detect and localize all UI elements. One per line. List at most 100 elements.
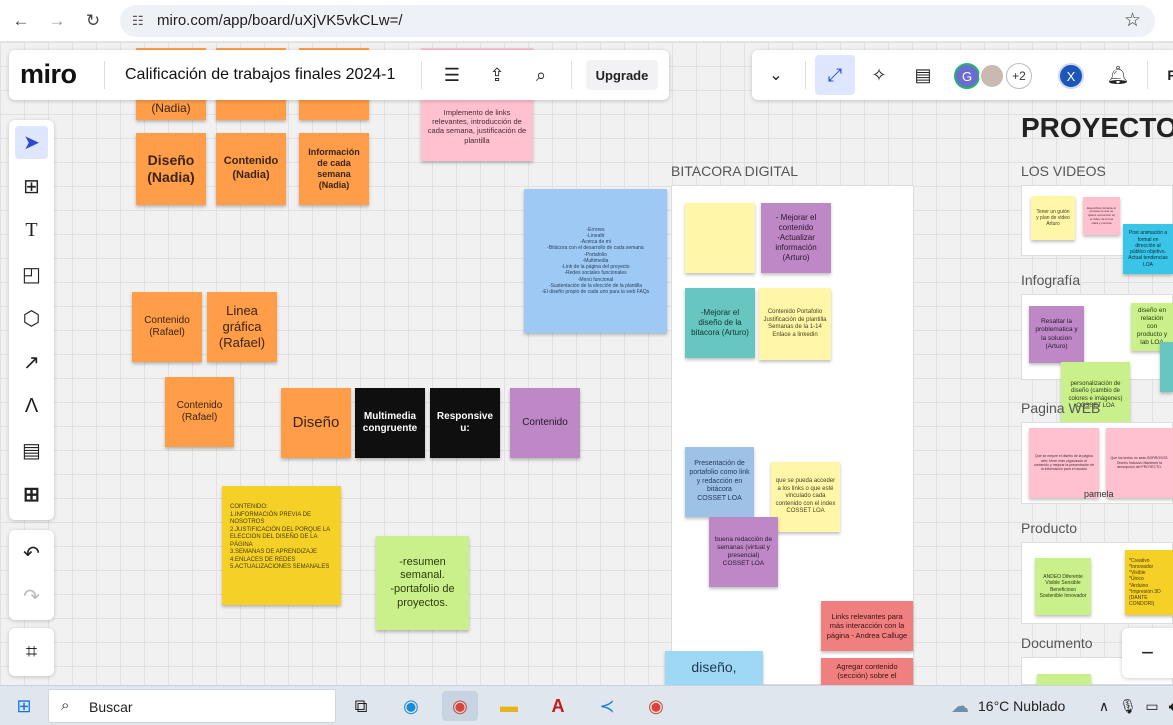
windows-taskbar: ⊞ ⌕ Buscar ⧉ ◉ ◉ ▬ A ≺ ◉ ☁ 16°C Nublado … — [0, 685, 1173, 725]
board-header: miro Calificación de trabajos finales 20… — [9, 50, 669, 100]
zoom-out-button[interactable]: − — [1122, 628, 1173, 678]
pen-tool-icon[interactable]: Ʌ — [15, 390, 48, 423]
chevron-double-down-icon[interactable]: ⌄ — [761, 60, 791, 90]
sticky-note[interactable]: Links relevantes para más interacción co… — [821, 601, 913, 651]
sticky-note[interactable]: ANDEO Diferente Visible Sensible Benefic… — [1035, 558, 1091, 615]
sticky-note[interactable]: Contenido — [510, 388, 580, 458]
sticky-note[interactable]: Especificar durante el proceso lo que se… — [1083, 197, 1120, 235]
divider — [421, 61, 422, 89]
acrobat-icon[interactable]: A — [540, 691, 576, 721]
sticky-note[interactable]: Contenido (Rafael) — [132, 292, 202, 362]
sticky-note[interactable]: Multimedia congruente — [355, 388, 425, 458]
address-bar[interactable]: ☷ miro.com/app/board/uXjVK5vkCLw=/ ☆ — [120, 5, 1155, 37]
frames-icon[interactable]: ⌗ — [15, 636, 48, 669]
shapes-tool-icon[interactable]: ⬡ — [15, 302, 48, 335]
sticky-note[interactable] — [1160, 342, 1173, 392]
weather-text[interactable]: 16°C Nublado — [978, 698, 1065, 714]
sticky-note[interactable]: Agregar contenido (sección) sobre el — [821, 658, 913, 685]
sticky-note[interactable]: Que se mejore el diseño de la página web… — [1029, 428, 1099, 498]
celebrate-icon[interactable]: ✧ — [864, 60, 894, 90]
sticky-note[interactable]: Post animación a formal en dirección al … — [1123, 224, 1173, 274]
file-explorer-icon[interactable]: ▬ — [491, 691, 527, 721]
sticky-note[interactable]: Responsive u: — [430, 388, 500, 458]
avatar[interactable]: G — [954, 63, 980, 89]
miro-logo[interactable]: miro — [20, 59, 77, 90]
sticky-note[interactable]: diseño, — [665, 651, 763, 685]
sticky-note[interactable]: -Errores -Linealtr -Acerca de mi -Bitáco… — [524, 189, 667, 333]
sticky-note[interactable] — [1037, 674, 1091, 685]
search-icon[interactable]: ⌕ — [526, 60, 556, 90]
board-canvas[interactable]: (Nadia) Implemento de links relevantes, … — [0, 42, 1173, 685]
history-toolbar: ↶ ↷ — [9, 530, 54, 620]
windows-start-icon[interactable]: ⊞ — [6, 691, 42, 721]
bookmark-star-icon[interactable]: ☆ — [1124, 9, 1141, 32]
tools-sidebar: ➤ ⊞ T ◰ ⬡ ↗ Ʌ ▤ ⊞ — [9, 120, 54, 520]
share-icon[interactable]: ⇪ — [482, 60, 512, 90]
frame-title: LOS VIDEOS — [1021, 163, 1106, 179]
frames-toolbar: ⌗ — [9, 628, 54, 676]
frame-title: Documento — [1021, 635, 1093, 651]
cursor-label: pamela — [1084, 489, 1114, 499]
bell-icon[interactable]: 🔔︎ — [1103, 60, 1133, 90]
redo-icon[interactable]: ↷ — [15, 580, 48, 613]
sticky-note[interactable]: Información de cada semana (Nadia) — [299, 133, 369, 205]
sticky-note[interactable]: Linea gráfica (Rafael) — [207, 292, 277, 362]
more-collaborators-badge[interactable]: +2 — [1006, 63, 1032, 89]
present-button[interactable]: P — [1157, 60, 1173, 90]
sticky-note[interactable]: CONTENIDO: 1.INFORMACIÓN PREVIA DE NOSOT… — [222, 486, 341, 605]
divider — [104, 61, 105, 89]
avatar-photo[interactable] — [979, 63, 1005, 89]
divider — [805, 61, 806, 89]
frame-title: Producto — [1021, 520, 1078, 536]
connector-tool-icon[interactable]: ↗ — [15, 346, 48, 379]
sticky-note[interactable]: personalización de diseño (cambio de col… — [1061, 362, 1130, 429]
site-info-icon[interactable]: ☷ — [132, 13, 144, 29]
text-tool-icon[interactable]: T — [15, 214, 48, 247]
sticky-note[interactable]: -resumen semanal. -portafolio de proyect… — [376, 536, 469, 630]
back-icon[interactable]: ← — [8, 8, 34, 34]
vscode-icon[interactable]: ≺ — [589, 691, 625, 721]
volume-icon[interactable]: 🔈︎ — [1155, 691, 1173, 721]
frame-title: BITACORA DIGITAL — [671, 163, 799, 179]
sticky-note[interactable]: -Mejorar el diseño de la bitacora (Artur… — [685, 288, 755, 358]
sticky-note[interactable]: Que los textos no sean BORROSOS. Diseño … — [1106, 428, 1173, 498]
collaboration-toolbar: ⌄ ⤢ ✧ ▤ G +2 X 🔔︎ P — [752, 50, 1173, 100]
select-tool-icon[interactable]: ➤ — [15, 126, 48, 159]
sticky-note[interactable]: Presentación de portafolio como link y r… — [685, 447, 754, 517]
templates-icon[interactable]: ⊞ — [15, 170, 48, 203]
comments-icon[interactable]: ▤ — [908, 60, 938, 90]
sticky-note[interactable]: que se pueda acceder a los links o que e… — [771, 462, 840, 532]
sticky-note[interactable]: buena redacción de semanas (virtual y pr… — [709, 517, 778, 587]
sticky-note[interactable]: Diseño (Nadia) — [136, 133, 206, 205]
sticky-note[interactable]: Tener un guión y plan de video Arturo — [1031, 196, 1075, 240]
sticky-note-tool-icon[interactable]: ◰ — [15, 258, 48, 291]
sticky-note[interactable]: Contenido (Nadia) — [216, 133, 286, 205]
edge-icon[interactable]: ◉ — [393, 691, 429, 721]
upgrade-button[interactable]: Upgrade — [586, 60, 658, 90]
divider — [1147, 61, 1148, 89]
comment-tool-icon[interactable]: ▤ — [15, 434, 48, 467]
board-title[interactable]: Calificación de trabajos finales 2024-1 — [125, 66, 395, 84]
frame-title: Infografía — [1021, 272, 1081, 288]
sticky-note[interactable]: *Creativo *Innovador *Visible *Único *Ar… — [1125, 550, 1173, 615]
sticky-note[interactable]: Contenido Portafolio Justificación de pl… — [759, 288, 831, 360]
reactions-pointer-icon[interactable]: ⤢ — [815, 55, 855, 95]
chrome-profile-icon[interactable]: ◉ — [638, 691, 674, 721]
task-view-icon[interactable]: ⧉ — [343, 691, 379, 721]
undo-icon[interactable]: ↶ — [15, 537, 48, 570]
menu-icon[interactable]: ☰ — [437, 60, 467, 90]
reload-icon[interactable]: ↻ — [80, 8, 106, 34]
avatar[interactable]: X — [1058, 63, 1084, 89]
sticky-note[interactable]: Resaltar la problematica y la solucion (… — [1029, 306, 1084, 363]
sticky-note[interactable]: Contenido (Rafael) — [165, 377, 234, 447]
chrome-icon[interactable]: ◉ — [442, 691, 478, 721]
cloud-weather-icon: ☁ — [951, 695, 969, 716]
sticky-note[interactable]: - Mejorar el contenido -Actualizar infor… — [761, 203, 831, 273]
taskbar-search[interactable]: ⌕ Buscar — [48, 689, 336, 723]
url-text[interactable]: miro.com/app/board/uXjVK5vkCLw=/ — [157, 12, 403, 29]
forward-icon[interactable]: → — [44, 8, 70, 34]
sticky-note[interactable]: Diseño — [281, 388, 351, 458]
sticky-note[interactable] — [685, 203, 755, 273]
frame-title: Pagina WEB — [1021, 400, 1101, 416]
more-tools-icon[interactable]: ⊞ — [15, 478, 48, 511]
